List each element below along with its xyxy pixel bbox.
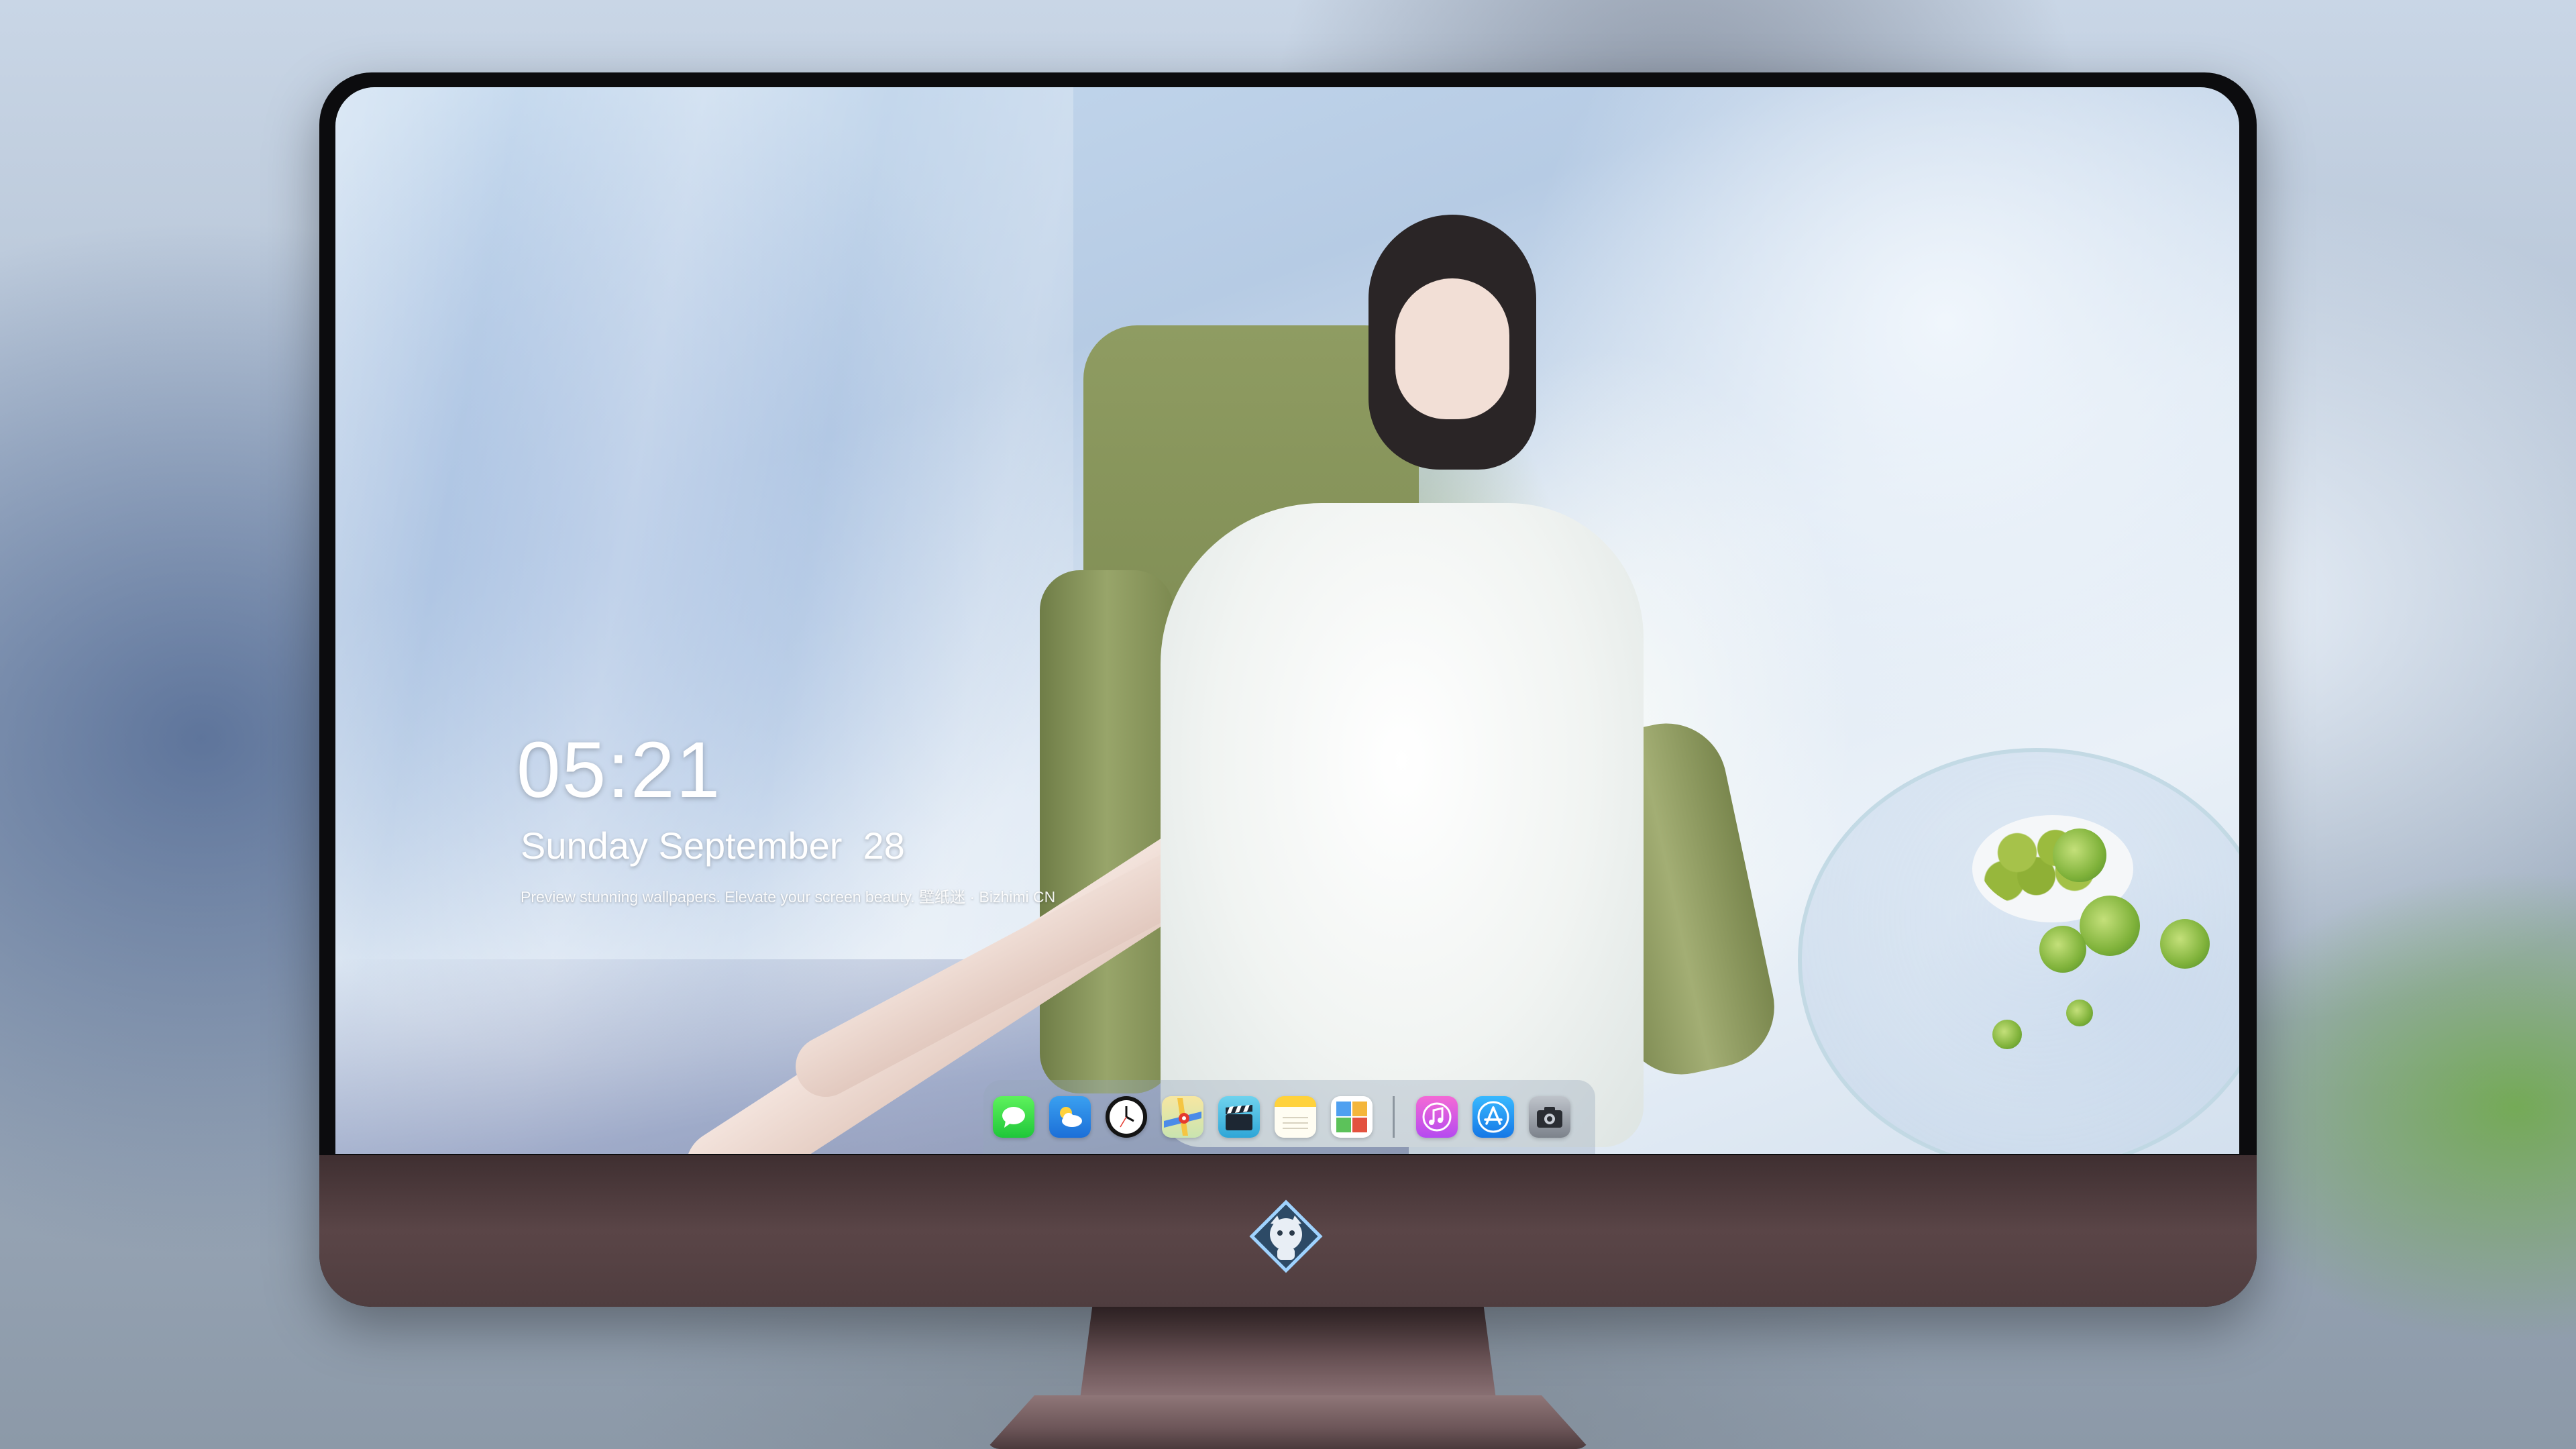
- dock-separator: [1393, 1096, 1395, 1138]
- dock-app-app-store[interactable]: [1472, 1096, 1514, 1138]
- dock-app-maps[interactable]: [1162, 1096, 1203, 1138]
- app-store-icon: [1477, 1101, 1509, 1133]
- wallpaper-lime: [1992, 1020, 2022, 1049]
- photos-icon: [1336, 1102, 1367, 1132]
- dock-app-music[interactable]: [1416, 1096, 1458, 1138]
- dock-app-messages[interactable]: [993, 1096, 1034, 1138]
- notes-icon: [1283, 1117, 1308, 1129]
- dock-app-videos[interactable]: [1218, 1096, 1260, 1138]
- clapperboard-icon: [1226, 1105, 1252, 1130]
- wallpaper-lime: [2080, 896, 2140, 956]
- wallpaper-lime: [2053, 828, 2106, 882]
- camera-icon: [1537, 1107, 1562, 1128]
- mascot-logo-icon: [1249, 1199, 1323, 1273]
- desktop-screen: [335, 87, 2239, 1154]
- lock-date: Sunday September 28: [521, 824, 905, 867]
- lock-tagline: Preview stunning wallpapers. Elevate you…: [521, 888, 1056, 906]
- monitor-stand-neck: [1080, 1305, 1496, 1399]
- clock-icon: [1110, 1100, 1143, 1134]
- dock-app-camera[interactable]: [1529, 1096, 1570, 1138]
- wallpaper-lime: [2160, 919, 2210, 969]
- dock-app-photos[interactable]: [1331, 1096, 1373, 1138]
- dock-app-weather[interactable]: [1049, 1096, 1091, 1138]
- wallpaper-lime: [2066, 1000, 2093, 1026]
- weather-icon: [1060, 1107, 1082, 1127]
- wallpaper-armchair-left-arm: [1040, 570, 1174, 1093]
- lock-clock: 05:21: [517, 726, 722, 814]
- wallpaper-face: [1395, 278, 1509, 419]
- maps-icon: [1164, 1098, 1201, 1136]
- dock: [983, 1080, 1595, 1154]
- music-note-icon: [1422, 1102, 1452, 1132]
- dock-app-notes[interactable]: [1275, 1096, 1316, 1138]
- dock-app-clock[interactable]: [1106, 1096, 1147, 1138]
- monitor-stand-foot: [986, 1395, 1590, 1449]
- wallpaper-lime: [2039, 926, 2086, 973]
- wallpaper-dress: [1161, 503, 1644, 1147]
- messages-icon: [1002, 1107, 1025, 1128]
